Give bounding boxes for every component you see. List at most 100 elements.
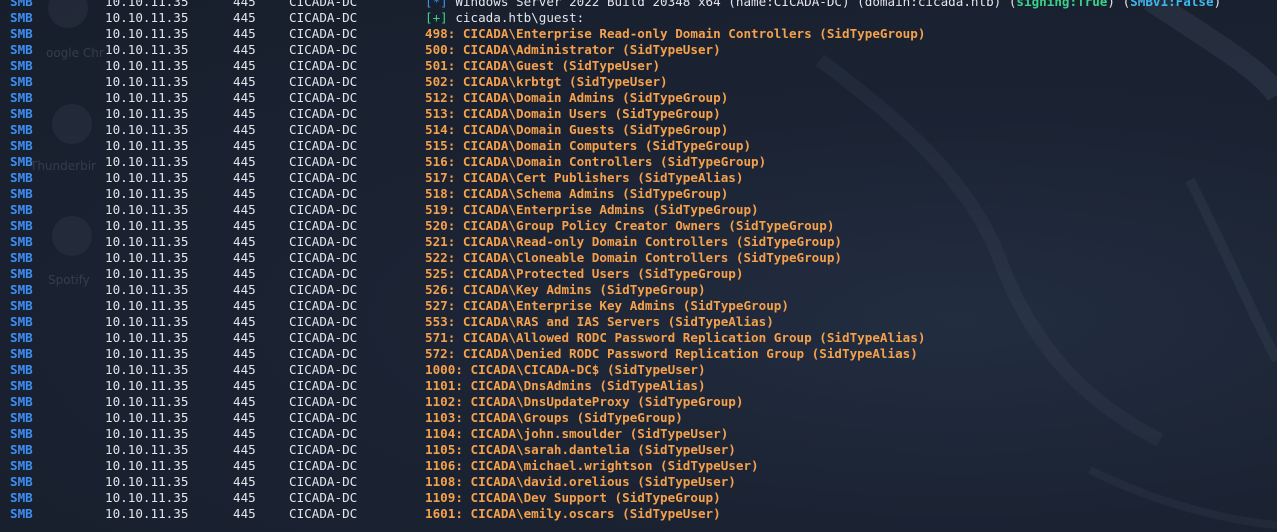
rid-line: SMB 10.10.11.35 445 CICADA-DC 515: CICADA\Do…: [0, 138, 1277, 154]
target-host: CICADA-DC: [289, 362, 358, 377]
target-port: 445: [233, 10, 256, 25]
protocol-label: SMB: [10, 378, 33, 393]
target-host: CICADA-DC: [289, 442, 358, 457]
target-port: 445: [233, 250, 256, 265]
target-port: 445: [233, 234, 256, 249]
target-ip: 10.10.11.35: [105, 58, 189, 73]
rid-entry: 527: CICADA\Enterprise Key Admins (SidTy…: [425, 298, 789, 313]
target-ip: 10.10.11.35: [105, 0, 189, 9]
banner-message: [*] Windows Server 2022 Build 20348 x64 …: [425, 0, 1221, 10]
protocol-label: SMB: [10, 74, 33, 89]
target-port: 445: [233, 426, 256, 441]
target-port: 445: [233, 330, 256, 345]
protocol-label: SMB: [10, 266, 33, 281]
protocol-label: SMB: [10, 346, 33, 361]
target-port: 445: [233, 298, 256, 313]
rid-entry: 571: CICADA\Allowed RODC Password Replic…: [425, 330, 926, 345]
rid-line: SMB 10.10.11.35 445 CICADA-DC 1105: CICADA\s…: [0, 442, 1277, 458]
target-host: CICADA-DC: [289, 26, 358, 41]
target-host: CICADA-DC: [289, 202, 358, 217]
target-port: 445: [233, 122, 256, 137]
rid-entry: 1601: CICADA\emily.oscars (SidTypeUser): [425, 506, 721, 521]
auth-message: [+] cicada.htb\guest:: [425, 10, 584, 26]
protocol-label: SMB: [10, 42, 33, 57]
target-port: 445: [233, 26, 256, 41]
protocol-label: SMB: [10, 218, 33, 233]
target-ip: 10.10.11.35: [105, 218, 189, 233]
rid-line: SMB 10.10.11.35 445 CICADA-DC 518: CICADA\Sc…: [0, 186, 1277, 202]
target-ip: 10.10.11.35: [105, 394, 189, 409]
protocol-label: SMB: [10, 234, 33, 249]
protocol-label: SMB: [10, 410, 33, 425]
rid-line: SMB 10.10.11.35 445 CICADA-DC 519: CICADA\En…: [0, 202, 1277, 218]
rid-line: SMB 10.10.11.35 445 CICADA-DC 572: CICADA\De…: [0, 346, 1277, 362]
protocol-label: SMB: [10, 122, 33, 137]
target-host: CICADA-DC: [289, 426, 358, 441]
rid-line: SMB 10.10.11.35 445 CICADA-DC 502: CICADA\kr…: [0, 74, 1277, 90]
rid-entry: 553: CICADA\RAS and IAS Servers (SidType…: [425, 314, 774, 329]
rid-entry: 517: CICADA\Cert Publishers (SidTypeAlia…: [425, 170, 744, 185]
protocol-label: SMB: [10, 0, 33, 9]
target-host: CICADA-DC: [289, 394, 358, 409]
target-host: CICADA-DC: [289, 410, 358, 425]
rid-line: SMB 10.10.11.35 445 CICADA-DC 1102: CICADA\D…: [0, 394, 1277, 410]
target-host: CICADA-DC: [289, 154, 358, 169]
rid-line: SMB 10.10.11.35 445 CICADA-DC 498: CICADA\En…: [0, 26, 1277, 42]
rid-entry: 1106: CICADA\michael.wrightson (SidTypeU…: [425, 458, 759, 473]
target-ip: 10.10.11.35: [105, 362, 189, 377]
rid-entry: 1101: CICADA\DnsAdmins (SidTypeAlias): [425, 378, 706, 393]
target-host: CICADA-DC: [289, 506, 358, 521]
target-ip: 10.10.11.35: [105, 314, 189, 329]
target-host: CICADA-DC: [289, 234, 358, 249]
rid-entry: 522: CICADA\Cloneable Domain Controllers…: [425, 250, 843, 265]
target-ip: 10.10.11.35: [105, 106, 189, 121]
banner-separator: ) (: [1107, 0, 1131, 9]
rid-entry: 512: CICADA\Domain Admins (SidTypeGroup): [425, 90, 729, 105]
rid-entry: 498: CICADA\Enterprise Read-only Domain …: [425, 26, 926, 41]
terminal-window[interactable]: oogle Chr Thunderbir Spotify SMB 10.10.1…: [0, 0, 1277, 532]
target-host: CICADA-DC: [289, 298, 358, 313]
target-ip: 10.10.11.35: [105, 426, 189, 441]
rid-line: SMB 10.10.11.35 445 CICADA-DC 501: CICADA\Gu…: [0, 58, 1277, 74]
rid-entry: 519: CICADA\Enterprise Admins (SidTypeGr…: [425, 202, 759, 217]
target-ip: 10.10.11.35: [105, 298, 189, 313]
target-port: 445: [233, 458, 256, 473]
rid-line: SMB 10.10.11.35 445 CICADA-DC 520: CICADA\Gr…: [0, 218, 1277, 234]
protocol-label: SMB: [10, 394, 33, 409]
protocol-label: SMB: [10, 170, 33, 185]
info-marker: [*]: [425, 0, 448, 9]
protocol-label: SMB: [10, 506, 33, 521]
rid-line: SMB 10.10.11.35 445 CICADA-DC 526: CICADA\Ke…: [0, 282, 1277, 298]
rid-entry: 525: CICADA\Protected Users (SidTypeGrou…: [425, 266, 744, 281]
target-port: 445: [233, 186, 256, 201]
target-ip: 10.10.11.35: [105, 250, 189, 265]
rid-line: SMB 10.10.11.35 445 CICADA-DC 513: CICADA\Do…: [0, 106, 1277, 122]
target-port: 445: [233, 42, 256, 57]
target-host: CICADA-DC: [289, 346, 358, 361]
target-ip: 10.10.11.35: [105, 490, 189, 505]
rid-entry: 1109: CICADA\Dev Support (SidTypeGroup): [425, 490, 721, 505]
banner-text: Windows Server 2022 Build 20348 x64 (nam…: [447, 0, 1017, 9]
success-marker: [+]: [425, 10, 448, 25]
protocol-label: SMB: [10, 250, 33, 265]
target-ip: 10.10.11.35: [105, 122, 189, 137]
rid-entry: 502: CICADA\krbtgt (SidTypeUser): [425, 74, 668, 89]
target-port: 445: [233, 266, 256, 281]
target-port: 445: [233, 506, 256, 521]
target-port: 445: [233, 106, 256, 121]
rid-entry: 513: CICADA\Domain Users (SidTypeGroup): [425, 106, 721, 121]
target-host: CICADA-DC: [289, 42, 358, 57]
target-ip: 10.10.11.35: [105, 442, 189, 457]
rid-brute-results: SMB 10.10.11.35 445 CICADA-DC 498: CICADA\En…: [0, 26, 1277, 522]
rid-line: SMB 10.10.11.35 445 CICADA-DC 1103: CICADA\G…: [0, 410, 1277, 426]
rid-entry: 526: CICADA\Key Admins (SidTypeGroup): [425, 282, 706, 297]
rid-entry: 501: CICADA\Guest (SidTypeUser): [425, 58, 661, 73]
target-port: 445: [233, 74, 256, 89]
target-port: 445: [233, 218, 256, 233]
protocol-label: SMB: [10, 186, 33, 201]
target-ip: 10.10.11.35: [105, 10, 189, 25]
terminal-output: SMB 10.10.11.35 445 CICADA-DC [*] Window…: [0, 0, 1277, 522]
target-host: CICADA-DC: [289, 10, 358, 25]
target-host: CICADA-DC: [289, 122, 358, 137]
target-host: CICADA-DC: [289, 378, 358, 393]
